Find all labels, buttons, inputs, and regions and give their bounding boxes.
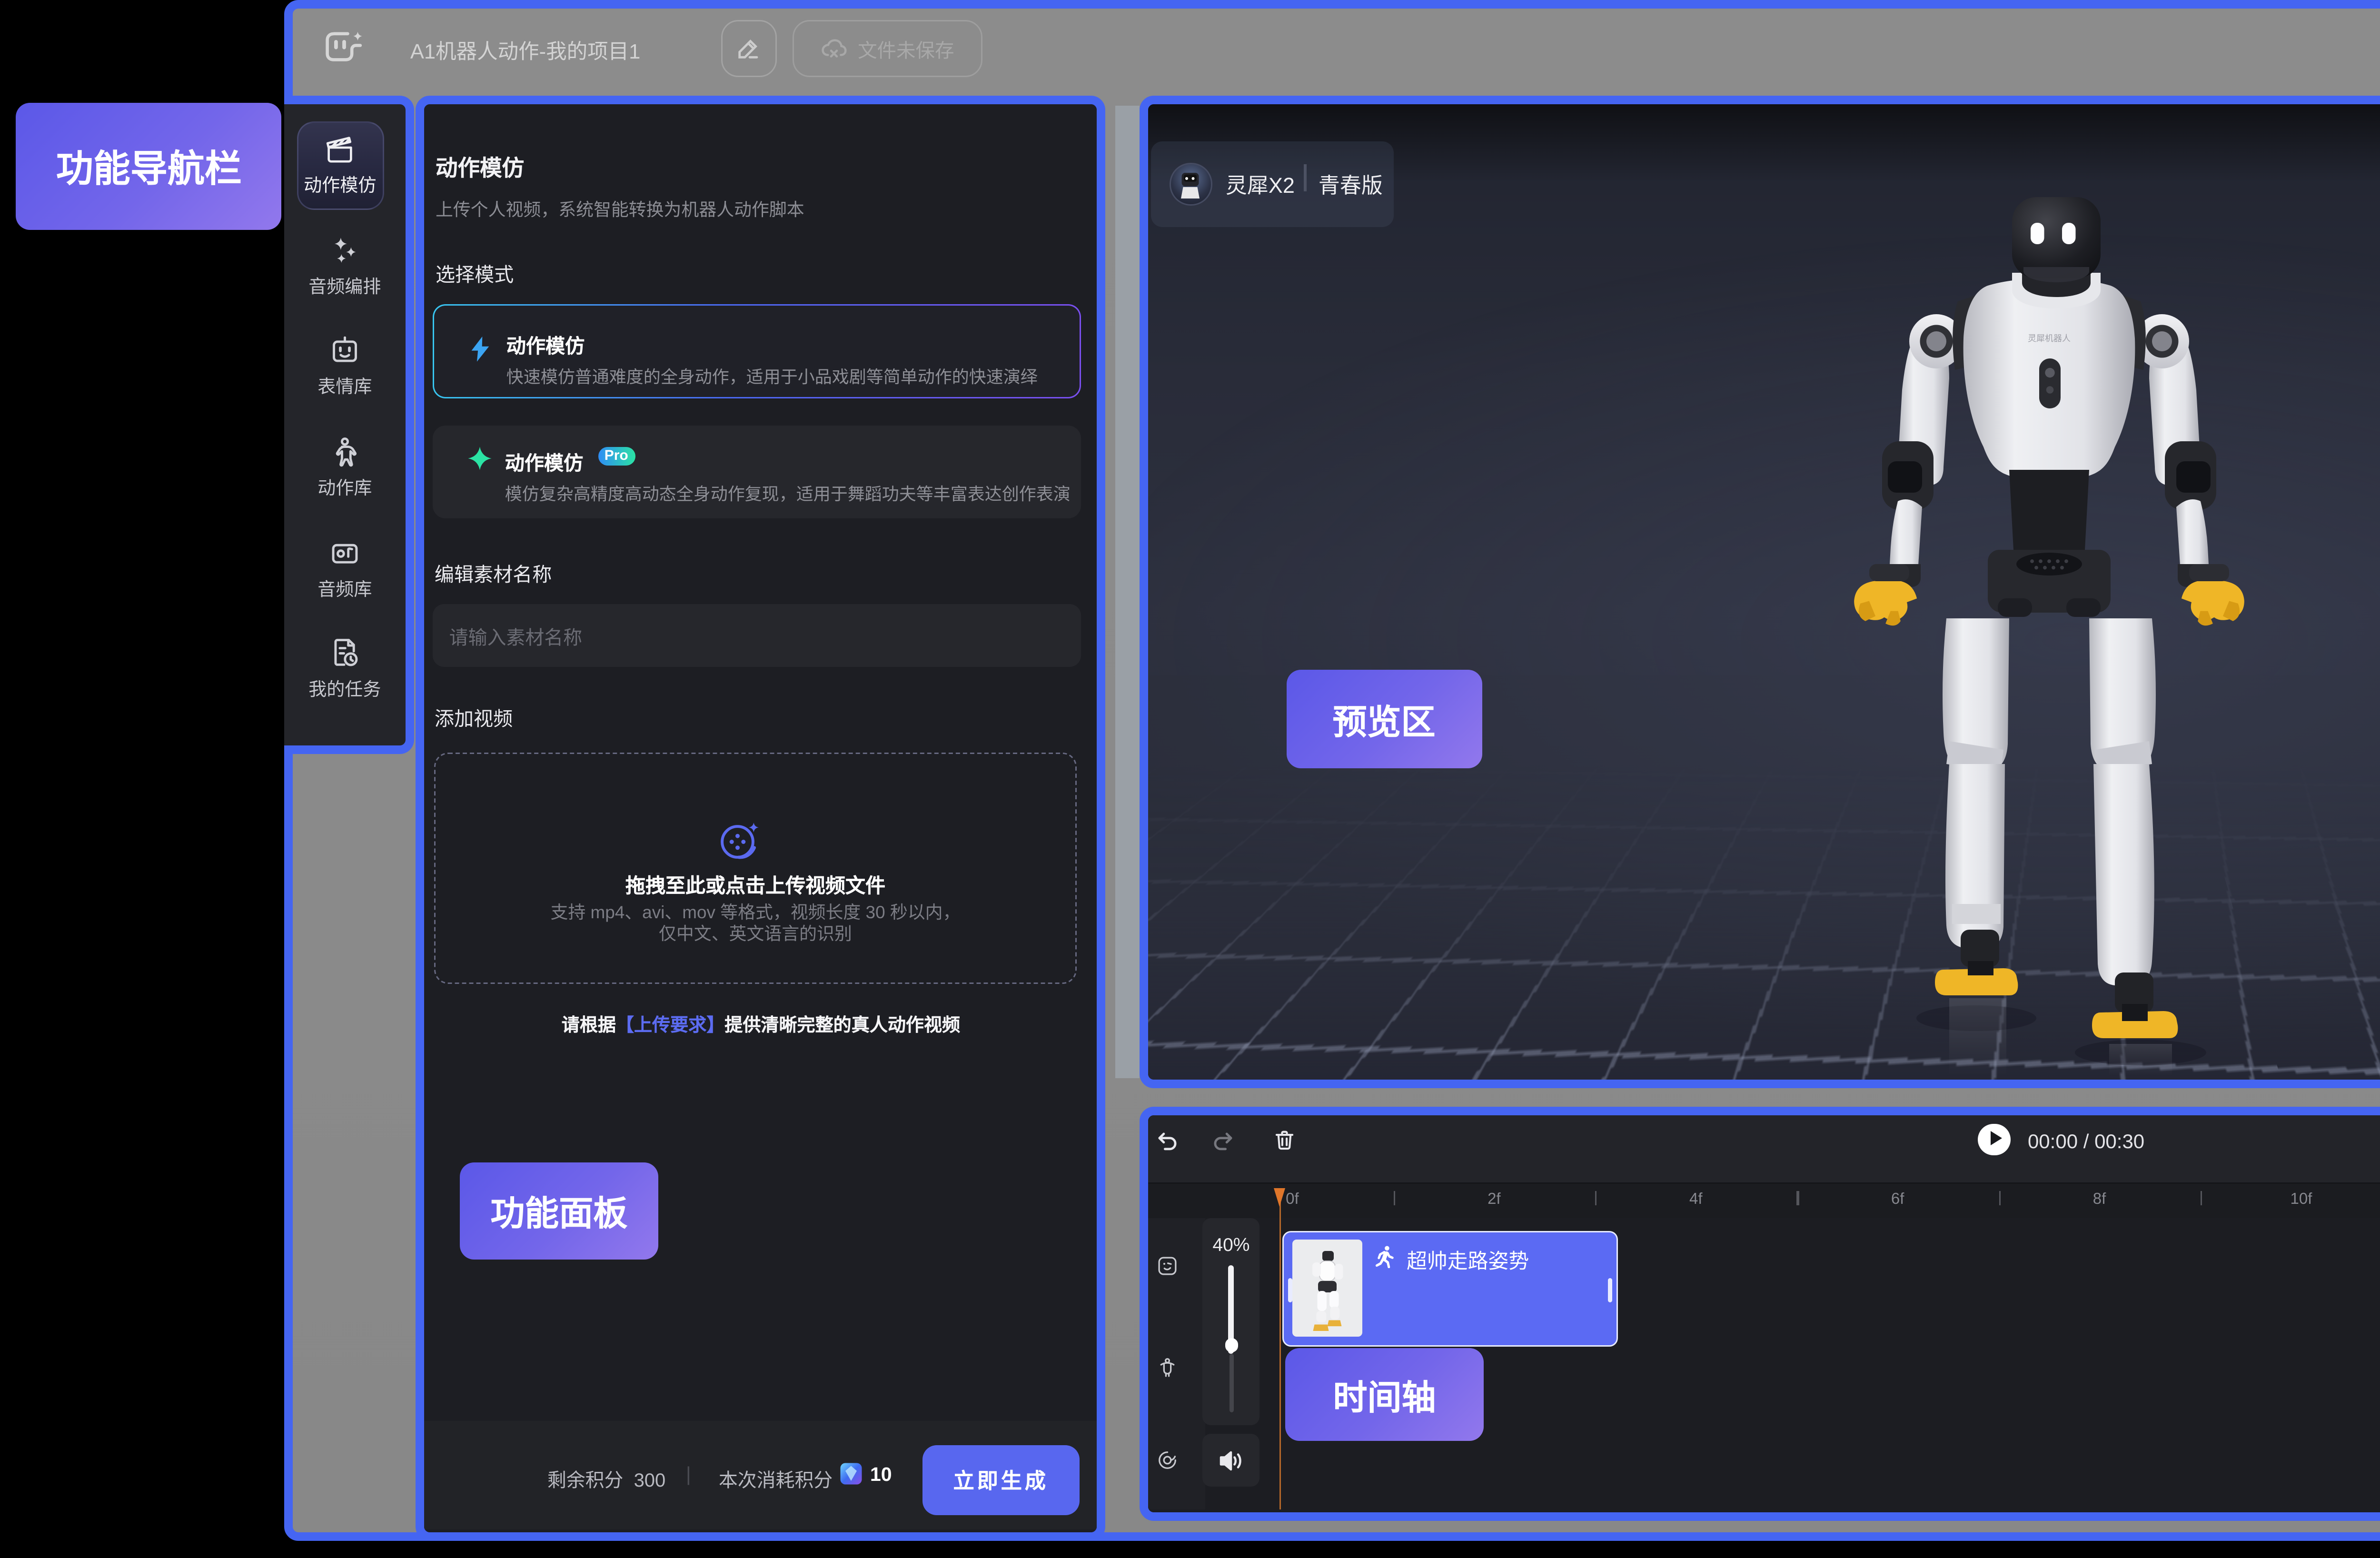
svg-text:灵犀机器人: 灵犀机器人: [2028, 333, 2071, 343]
